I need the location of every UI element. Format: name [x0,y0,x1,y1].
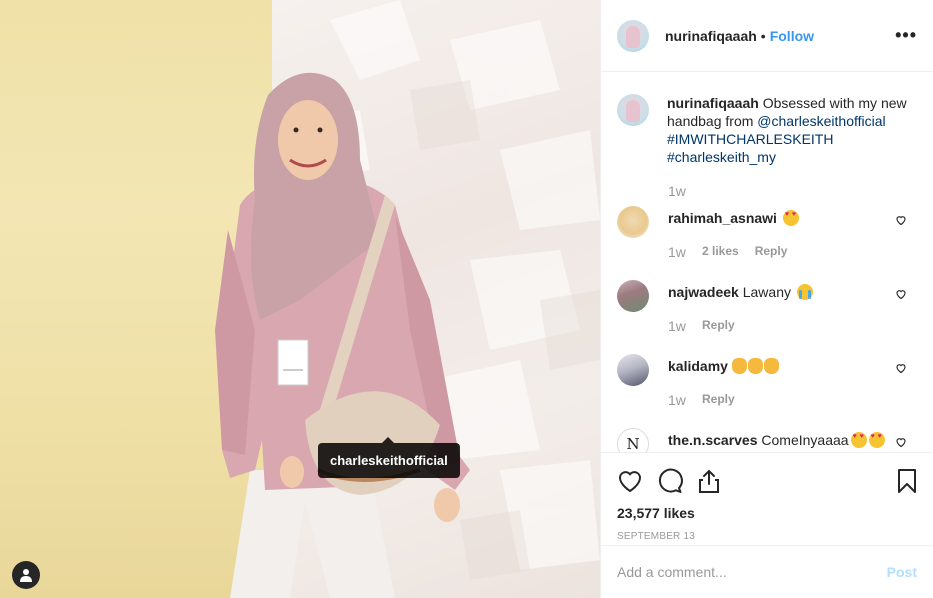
caption-mention-link[interactable]: @charleskeithofficial [757,113,885,129]
photo-subject-woman [215,0,600,598]
crying-emoji-icon [796,284,813,300]
caption-author-avatar[interactable] [617,94,649,126]
clap-emoji-icon [731,358,747,374]
commenter-avatar[interactable] [617,354,649,386]
comment-username[interactable]: najwadeek [668,284,739,300]
header-separator: • [760,27,766,44]
comment-username[interactable]: kalidamy [668,358,728,374]
heart-eyes-emoji-icon [850,432,867,448]
comment-like-heart-icon[interactable] [895,288,907,300]
comment-timestamp[interactable]: 1w [668,244,702,260]
share-button[interactable] [697,461,737,501]
post-actions: 23,577 likes SEPTEMBER 13 [601,452,933,545]
comment-item: kalidamy 1w Reply [617,354,917,414]
comment-input[interactable] [617,564,879,580]
more-options-icon[interactable]: ••• [895,25,917,46]
comment-item: rahimah_asnawi 1w 2 likes Reply [617,206,917,266]
speech-bubble-icon [658,468,683,493]
comment-likes-count[interactable]: 2 likes [702,244,739,260]
post-photo[interactable]: charleskeithofficial [0,0,600,598]
caption-username[interactable]: nurinafiqaaah [667,95,759,111]
post-comment-button[interactable]: Post [887,564,917,580]
post-date[interactable]: SEPTEMBER 13 [617,531,917,542]
add-comment-bar: Post [601,545,933,598]
save-button[interactable] [877,461,917,501]
caption-hashtag-link[interactable]: #charleskeith_my [667,149,776,165]
user-tags-button[interactable] [12,561,40,589]
likes-count[interactable]: 23,577 likes [617,505,917,521]
commenter-avatar[interactable] [617,206,649,238]
like-button[interactable] [617,461,657,501]
caption-hashtag-link[interactable]: #IMWITHCHARLESKEITH [667,131,833,147]
person-icon [20,569,32,582]
commenter-avatar[interactable]: N [617,428,649,452]
heart-icon [618,471,642,493]
post-detail-panel: nurinafiqaaah • Follow ••• nurinafiqaaah… [600,0,933,598]
product-tag-tooltip[interactable]: charleskeithofficial [318,437,460,478]
comment-item: najwadeek Lawany 1w Reply [617,280,917,340]
comment-timestamp[interactable]: 1w [668,392,702,408]
comment-timestamp[interactable]: 1w [668,318,702,334]
comment-username[interactable]: rahimah_asnawi [668,210,777,226]
bookmark-icon [898,469,916,493]
clap-emoji-icon [747,358,763,374]
reply-button[interactable]: Reply [755,244,788,260]
author-username[interactable]: nurinafiqaaah [665,28,757,44]
caption-timestamp[interactable]: 1w [668,183,686,199]
comments-list[interactable]: nurinafiqaaah Obsessed with my new handb… [601,72,933,452]
comment-item: N the.n.scarves ComeInyaaaa [617,428,917,452]
commenter-avatar[interactable] [617,280,649,312]
comment-button[interactable] [657,461,697,501]
reply-button[interactable]: Reply [702,318,735,334]
post-header: nurinafiqaaah • Follow ••• [601,0,933,72]
comment-username[interactable]: the.n.scarves [668,432,758,448]
comment-text: ComeInyaaaa [761,432,849,448]
heart-eyes-emoji-icon [868,432,885,448]
heart-eyes-emoji-icon [782,210,799,226]
comment-like-heart-icon[interactable] [895,362,907,374]
clap-emoji-icon [763,358,779,374]
reply-button[interactable]: Reply [702,392,735,408]
comment-like-heart-icon[interactable] [895,436,907,448]
author-avatar[interactable] [617,19,649,52]
comment-text: Lawany [742,284,791,300]
follow-button[interactable]: Follow [770,28,814,44]
comment-like-heart-icon[interactable] [895,214,907,226]
post-caption: nurinafiqaaah Obsessed with my new handb… [601,72,933,166]
share-icon [699,469,719,493]
